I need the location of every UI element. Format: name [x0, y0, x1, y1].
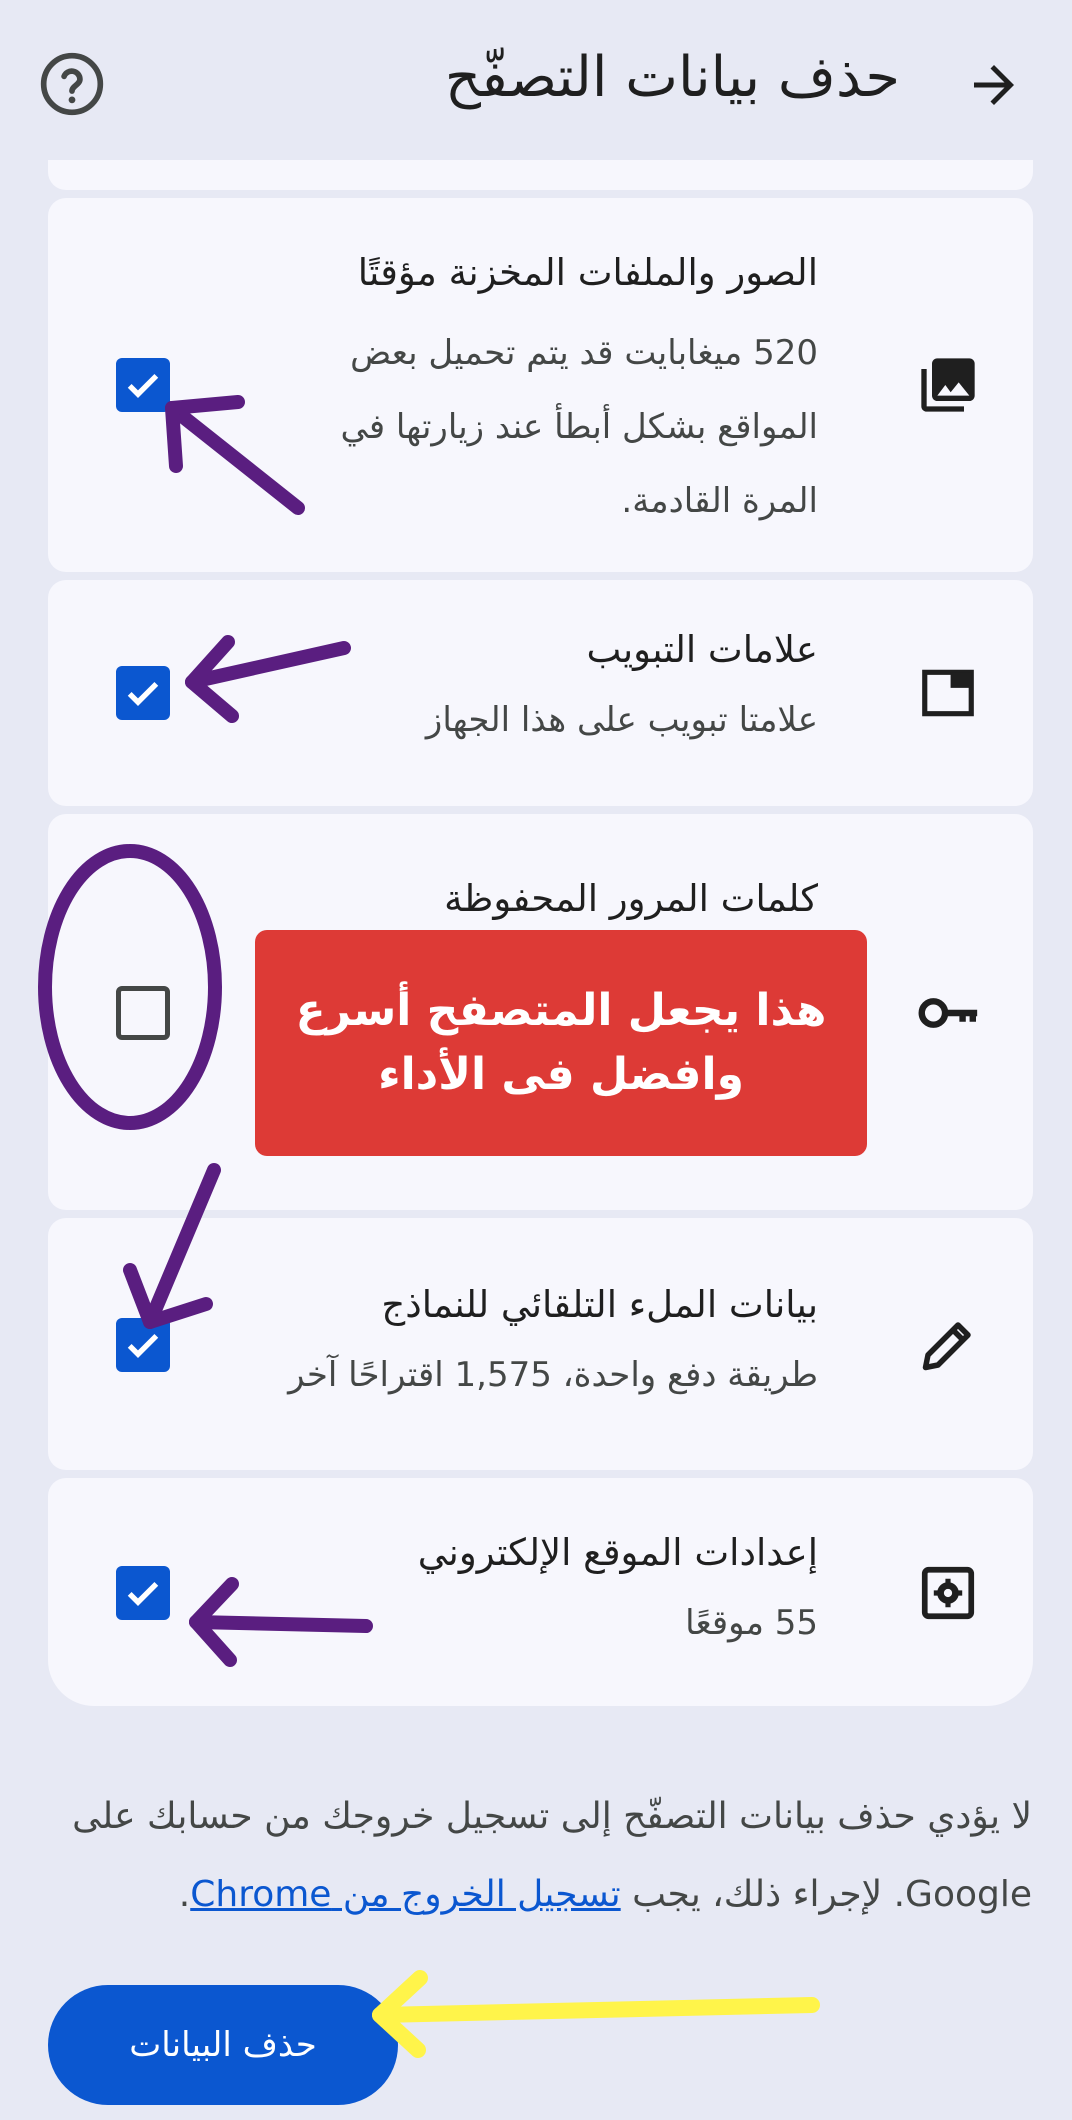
row-description: 520 ميغابايت قد يتم تحميل بعض المواقع بش…	[340, 333, 818, 521]
top-app-bar: حذف بيانات التصفّح	[0, 0, 1072, 160]
site-settings-icon	[913, 1558, 983, 1628]
arrow-right-icon	[974, 65, 1014, 105]
page-title: حذف بيانات التصفّح	[444, 45, 900, 110]
row-description: علامتا تبويب على هذا الجهاز	[425, 700, 818, 740]
arrow-annotation	[372, 1997, 820, 2023]
row-title: علامات التبويب	[586, 628, 818, 671]
site-settings-checkbox[interactable]	[116, 1566, 170, 1620]
callout-line-1: هذا يجعل المتصفح أسرع	[295, 985, 827, 1036]
sign-out-link[interactable]: تسجيل الخروج من Chrome	[190, 1874, 620, 1915]
annotation-callout: هذا يجعل المتصفح أسرع وافضل فى الأداء	[255, 930, 867, 1156]
row-title: كلمات المرور المحفوظة	[444, 877, 818, 920]
callout-line-2: وافضل فى الأداء	[378, 1049, 744, 1100]
previous-row-card	[48, 160, 1033, 190]
autofill-checkbox[interactable]	[116, 1318, 170, 1372]
key-icon	[913, 978, 983, 1048]
passwords-checkbox[interactable]	[116, 986, 170, 1040]
cached-images-row[interactable]: الصور والملفات المخزنة مؤقتًا 520 ميغابا…	[48, 198, 1033, 572]
row-title: إعدادات الموقع الإلكتروني	[417, 1531, 818, 1574]
row-title: بيانات الملء التلقائي للنماذج	[381, 1283, 818, 1326]
row-description: طريقة دفع واحدة، 1,575 اقتراحًا آخر	[288, 1355, 818, 1395]
tab-icon	[913, 658, 983, 728]
site-settings-row[interactable]: إعدادات الموقع الإلكتروني 55 موقعًا	[48, 1478, 1033, 1706]
sign-out-note: لا يؤدي حذف بيانات التصفّح إلى تسجيل خرو…	[32, 1778, 1032, 1934]
row-title: الصور والملفات المخزنة مؤقتًا	[357, 251, 818, 294]
back-button[interactable]	[954, 45, 1034, 125]
help-circle-icon	[40, 52, 104, 116]
help-button[interactable]	[32, 44, 112, 124]
autofill-row[interactable]: بيانات الملء التلقائي للنماذج طريقة دفع …	[48, 1218, 1033, 1470]
delete-data-button[interactable]: حذف البيانات	[48, 1985, 398, 2105]
cached-images-checkbox[interactable]	[116, 358, 170, 412]
row-description: 55 موقعًا	[685, 1603, 818, 1643]
images-icon	[913, 350, 983, 420]
tabs-checkbox[interactable]	[116, 666, 170, 720]
pencil-icon	[913, 1310, 983, 1380]
note-end: .	[178, 1874, 191, 1915]
tabs-row[interactable]: علامات التبويب علامتا تبويب على هذا الجه…	[48, 580, 1033, 806]
